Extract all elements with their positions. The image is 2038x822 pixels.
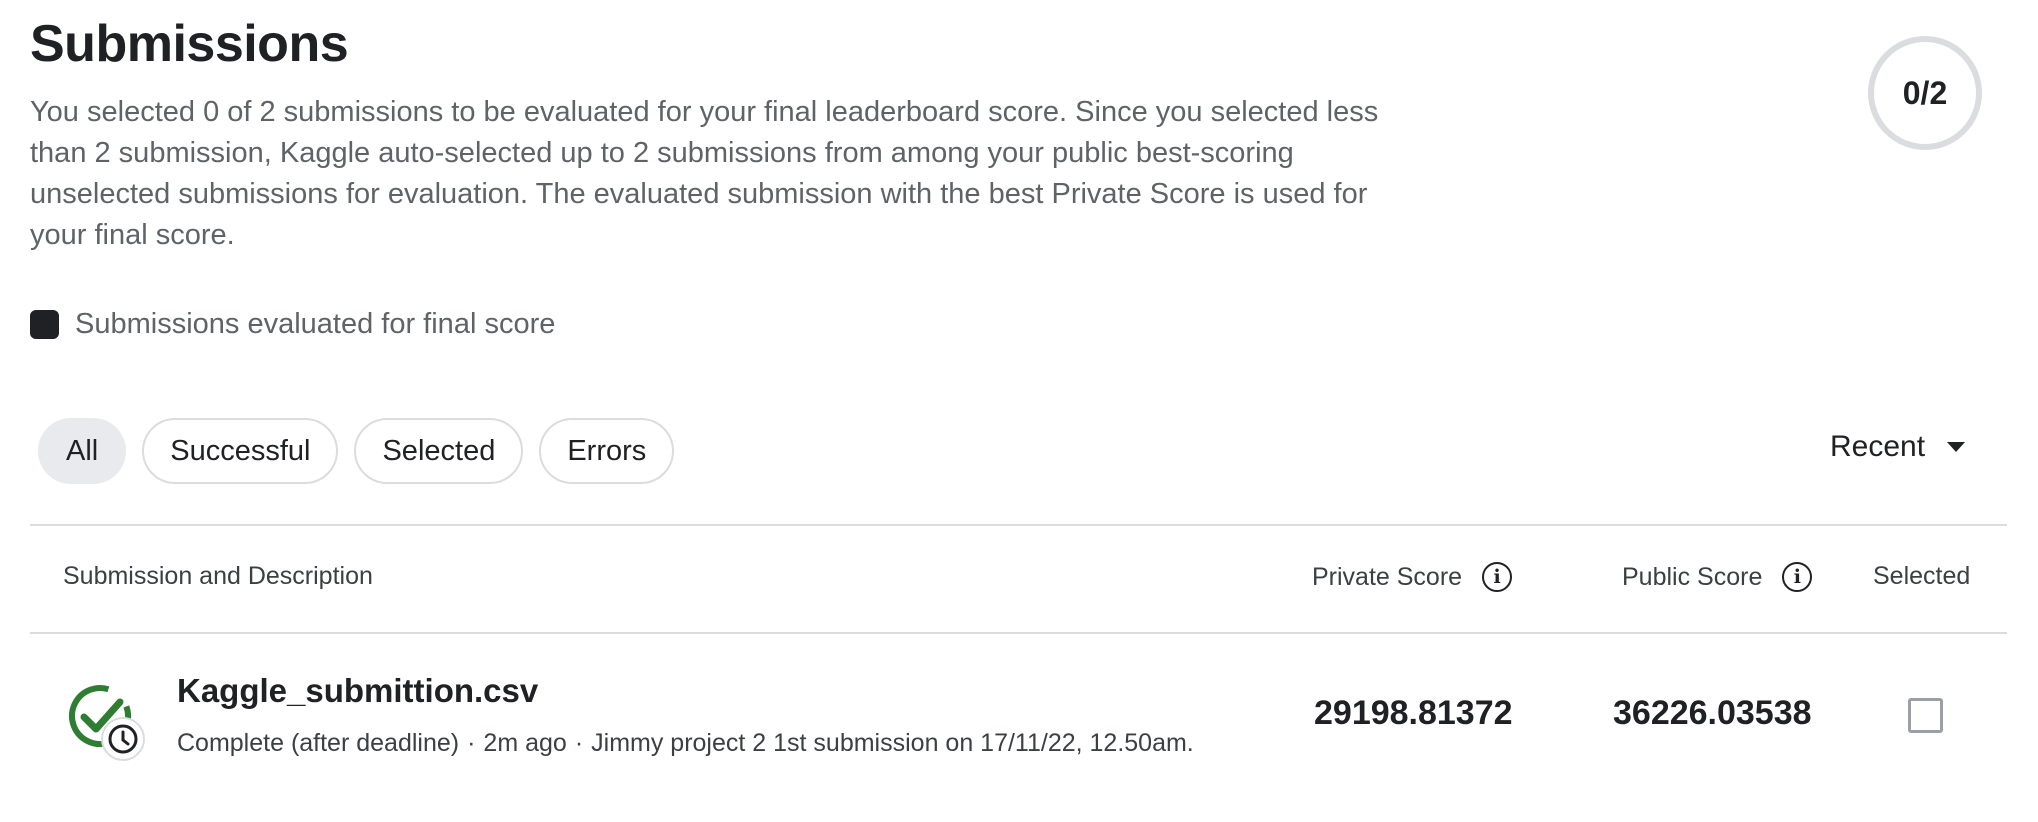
page-title: Submissions <box>30 15 349 73</box>
dropdown-arrow-icon <box>1947 442 1966 452</box>
column-header-public-score-label: Public Score <box>1622 562 1763 591</box>
submissions-page: Submissions You selected 0 of 2 submissi… <box>0 0 2038 822</box>
sort-dropdown[interactable]: Recent <box>1830 430 1966 464</box>
check-clock-icon <box>69 685 145 761</box>
filter-chip-errors[interactable]: Errors <box>539 418 675 484</box>
table-header-divider <box>30 632 2007 634</box>
column-header-submission-label: Submission and Description <box>63 562 373 590</box>
legend-swatch <box>30 310 59 339</box>
private-score-info-icon[interactable]: i <box>1482 562 1513 592</box>
column-header-private-score-label: Private Score <box>1312 562 1463 591</box>
private-score-value: 29198.81372 <box>1314 694 1513 732</box>
submission-description: Jimmy project 2 1st submission on 17/11/… <box>591 729 1194 757</box>
submission-status: Complete (after deadline) <box>177 729 460 757</box>
filter-chip-successful[interactable]: Successful <box>142 418 339 484</box>
submission-file-name[interactable]: Kaggle_submittion.csv <box>177 672 538 710</box>
submissions-description: You selected 0 of 2 submissions to be ev… <box>30 96 1379 251</box>
column-header-private-score: Private Score i <box>1312 562 1513 592</box>
public-score-value: 36226.03538 <box>1613 694 1812 732</box>
selection-counter: 0/2 <box>1868 36 1982 150</box>
sort-label: Recent <box>1830 430 1926 463</box>
submission-meta: Complete (after deadline) · 2m ago · Jimmy p… <box>177 729 1194 757</box>
filter-chip-selected[interactable]: Selected <box>354 418 524 484</box>
filter-chip-all[interactable]: All <box>38 418 127 484</box>
public-score-info-icon[interactable]: i <box>1782 562 1813 592</box>
column-header-submission: Submission and Description <box>63 562 373 591</box>
filter-chips: All Successful Selected Errors <box>38 418 690 484</box>
submission-time: 2m ago <box>483 729 567 757</box>
legend: Submissions evaluated for final score <box>30 308 555 341</box>
selected-checkbox[interactable] <box>1908 698 1943 733</box>
legend-label: Submissions evaluated for final score <box>75 308 556 340</box>
column-header-public-score: Public Score i <box>1622 562 1813 592</box>
column-header-selected-label: Selected <box>1873 562 1971 590</box>
table-top-divider <box>30 524 2007 526</box>
column-header-selected: Selected <box>1873 562 1970 591</box>
